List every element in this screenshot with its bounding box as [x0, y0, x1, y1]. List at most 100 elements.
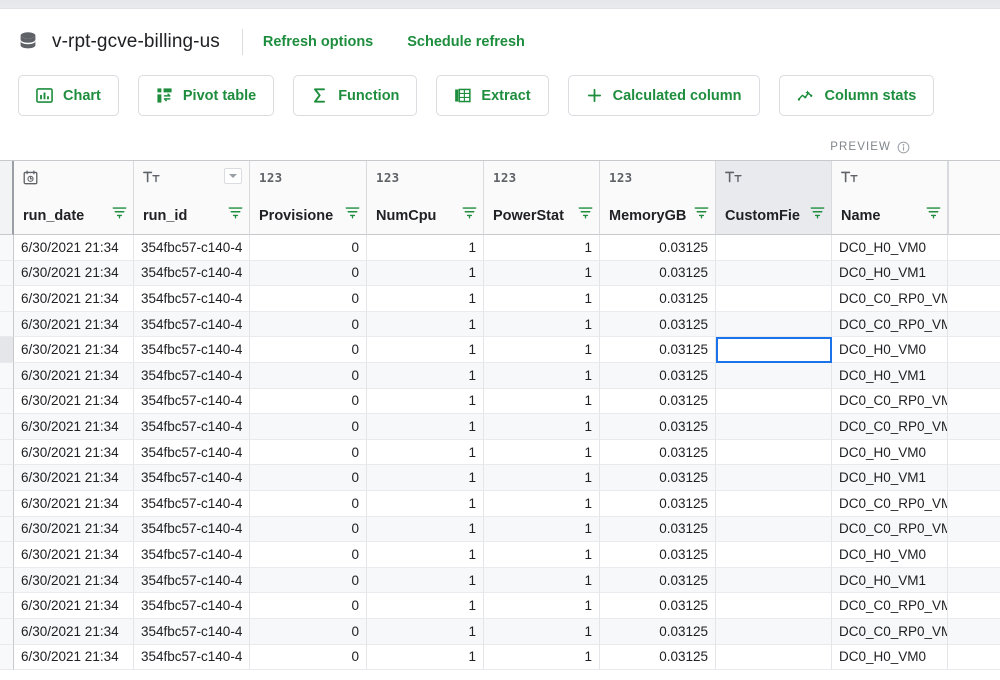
cell-run_id[interactable]: 354fbc57-c140-4: [134, 260, 250, 287]
column-stats-button[interactable]: Column stats: [778, 75, 935, 116]
cell-run_id[interactable]: 354fbc57-c140-4: [134, 414, 250, 440]
cell-run_date[interactable]: 6/30/2021 21:34: [14, 490, 134, 517]
cell-customfie[interactable]: [716, 388, 832, 415]
cell-memorygb[interactable]: 0.03125: [600, 337, 716, 363]
row-gutter[interactable]: [0, 388, 14, 415]
cell-powerstat[interactable]: 1: [484, 593, 600, 619]
cell-name[interactable]: DC0_C0_RP0_VM1: [832, 414, 948, 440]
table-row[interactable]: 6/30/2021 21:34 354fbc57-c140-4 0 1 1 0.03125…: [0, 439, 1000, 466]
cell-memorygb[interactable]: 0.03125: [600, 567, 716, 594]
cell-powerstat[interactable]: 1: [484, 311, 600, 338]
cell-numcpu[interactable]: 1: [367, 286, 484, 312]
calculated-column-button[interactable]: Calculated column: [567, 75, 760, 116]
cell-memorygb[interactable]: 0.03125: [600, 311, 716, 338]
cell-run_id[interactable]: 354fbc57-c140-4: [134, 618, 250, 645]
cell-run_id[interactable]: 354fbc57-c140-4: [134, 439, 250, 466]
cell-memorygb[interactable]: 0.03125: [600, 235, 716, 261]
cell-run_date[interactable]: 6/30/2021 21:34: [14, 439, 134, 466]
table-row[interactable]: 6/30/2021 21:34 354fbc57-c140-4 0 1 1 0.03125…: [0, 414, 1000, 440]
cell-name[interactable]: DC0_H0_VM1: [832, 465, 948, 491]
cell-customfie[interactable]: [716, 593, 832, 619]
table-row[interactable]: 6/30/2021 21:34 354fbc57-c140-4 0 1 1 0.03125…: [0, 235, 1000, 261]
cell-memorygb[interactable]: 0.03125: [600, 465, 716, 491]
cell-provisione[interactable]: 0: [250, 414, 367, 440]
cell-customfie[interactable]: [716, 337, 832, 363]
cell-numcpu[interactable]: 1: [367, 388, 484, 415]
filter-icon[interactable]: [112, 206, 127, 224]
filter-icon[interactable]: [462, 206, 477, 224]
cell-powerstat[interactable]: 1: [484, 465, 600, 491]
row-gutter[interactable]: [0, 439, 14, 466]
table-row[interactable]: 6/30/2021 21:34 354fbc57-c140-4 0 1 1 0.03125…: [0, 490, 1000, 517]
cell-customfie[interactable]: [716, 260, 832, 287]
table-row[interactable]: 6/30/2021 21:34 354fbc57-c140-4 0 1 1 0.03125…: [0, 567, 1000, 594]
cell-customfie[interactable]: [716, 490, 832, 517]
row-gutter[interactable]: [0, 516, 14, 543]
cell-run_id[interactable]: 354fbc57-c140-4: [134, 362, 250, 389]
column-header-powerstat[interactable]: 123 PowerStat: [484, 161, 600, 235]
cell-numcpu[interactable]: 1: [367, 311, 484, 338]
row-gutter[interactable]: [0, 414, 14, 440]
cell-run_date[interactable]: 6/30/2021 21:34: [14, 311, 134, 338]
cell-customfie[interactable]: [716, 618, 832, 645]
table-row[interactable]: 6/30/2021 21:34 354fbc57-c140-4 0 1 1 0.03125…: [0, 593, 1000, 619]
chevron-down-icon[interactable]: [224, 168, 242, 184]
cell-numcpu[interactable]: 1: [367, 593, 484, 619]
info-icon[interactable]: [897, 141, 910, 154]
cell-name[interactable]: DC0_H0_VM0: [832, 542, 948, 568]
cell-powerstat[interactable]: 1: [484, 490, 600, 517]
cell-powerstat[interactable]: 1: [484, 644, 600, 671]
schedule-refresh-button[interactable]: Schedule refresh: [407, 34, 525, 50]
table-row[interactable]: 6/30/2021 21:34 354fbc57-c140-4 0 1 1 0.03125…: [0, 516, 1000, 543]
column-header-memorygb[interactable]: 123 MemoryGB: [600, 161, 716, 235]
cell-run_id[interactable]: 354fbc57-c140-4: [134, 542, 250, 568]
row-gutter[interactable]: [0, 593, 14, 619]
cell-memorygb[interactable]: 0.03125: [600, 490, 716, 517]
pivot-table-button[interactable]: Pivot table: [137, 75, 275, 116]
cell-run_date[interactable]: 6/30/2021 21:34: [14, 567, 134, 594]
cell-run_id[interactable]: 354fbc57-c140-4: [134, 337, 250, 363]
row-gutter[interactable]: [0, 618, 14, 645]
cell-run_date[interactable]: 6/30/2021 21:34: [14, 542, 134, 568]
cell-powerstat[interactable]: 1: [484, 235, 600, 261]
cell-name[interactable]: DC0_H0_VM1: [832, 260, 948, 287]
row-gutter[interactable]: [0, 542, 14, 568]
cell-provisione[interactable]: 0: [250, 542, 367, 568]
cell-run_id[interactable]: 354fbc57-c140-4: [134, 567, 250, 594]
cell-run_id[interactable]: 354fbc57-c140-4: [134, 465, 250, 491]
cell-provisione[interactable]: 0: [250, 567, 367, 594]
cell-name[interactable]: DC0_C0_RP0_VM0: [832, 593, 948, 619]
cell-provisione[interactable]: 0: [250, 618, 367, 645]
cell-numcpu[interactable]: 1: [367, 235, 484, 261]
cell-memorygb[interactable]: 0.03125: [600, 439, 716, 466]
cell-name[interactable]: DC0_C0_RP0_VM1: [832, 311, 948, 338]
cell-provisione[interactable]: 0: [250, 465, 367, 491]
cell-run_date[interactable]: 6/30/2021 21:34: [14, 337, 134, 363]
row-gutter[interactable]: [0, 465, 14, 491]
cell-memorygb[interactable]: 0.03125: [600, 388, 716, 415]
cell-provisione[interactable]: 0: [250, 260, 367, 287]
cell-name[interactable]: DC0_H0_VM0: [832, 235, 948, 261]
cell-customfie[interactable]: [716, 414, 832, 440]
cell-run_id[interactable]: 354fbc57-c140-4: [134, 286, 250, 312]
grid-body[interactable]: 6/30/2021 21:34 354fbc57-c140-4 0 1 1 0.03125…: [0, 235, 1000, 671]
filter-icon[interactable]: [228, 206, 243, 224]
cell-run_id[interactable]: 354fbc57-c140-4: [134, 593, 250, 619]
cell-numcpu[interactable]: 1: [367, 414, 484, 440]
cell-run_date[interactable]: 6/30/2021 21:34: [14, 235, 134, 261]
cell-numcpu[interactable]: 1: [367, 490, 484, 517]
row-gutter[interactable]: [0, 490, 14, 517]
row-gutter[interactable]: [0, 337, 14, 363]
table-row[interactable]: 6/30/2021 21:34 354fbc57-c140-4 0 1 1 0.03125…: [0, 337, 1000, 363]
cell-name[interactable]: DC0_H0_VM0: [832, 644, 948, 671]
cell-customfie[interactable]: [716, 362, 832, 389]
filter-icon[interactable]: [345, 206, 360, 224]
cell-numcpu[interactable]: 1: [367, 260, 484, 287]
cell-run_date[interactable]: 6/30/2021 21:34: [14, 618, 134, 645]
cell-customfie[interactable]: [716, 235, 832, 261]
cell-name[interactable]: DC0_C0_RP0_VM0: [832, 388, 948, 415]
cell-numcpu[interactable]: 1: [367, 516, 484, 543]
cell-name[interactable]: DC0_H0_VM0: [832, 337, 948, 363]
cell-run_id[interactable]: 354fbc57-c140-4: [134, 490, 250, 517]
cell-customfie[interactable]: [716, 465, 832, 491]
